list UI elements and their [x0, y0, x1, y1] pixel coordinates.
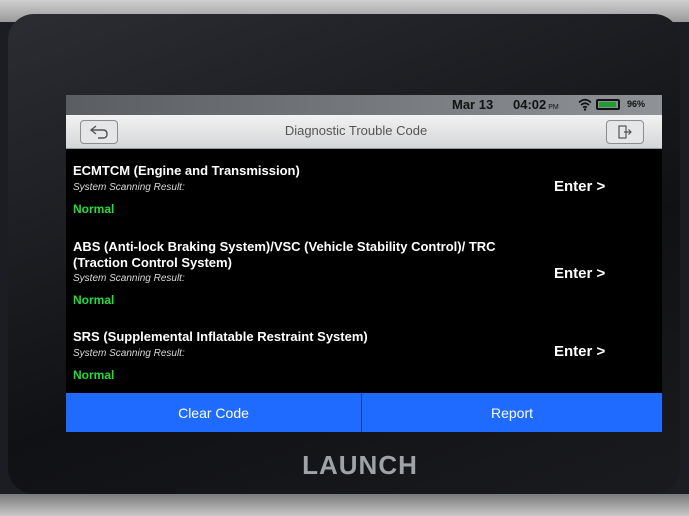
exit-button[interactable] — [606, 120, 644, 144]
title-bar: Diagnostic Trouble Code — [66, 115, 662, 149]
scan-result-label: System Scanning Result: — [73, 273, 185, 284]
back-button[interactable] — [80, 120, 118, 144]
scan-result-status: Normal — [73, 368, 115, 382]
battery-level — [599, 102, 616, 107]
device-bottom-edge — [0, 494, 689, 516]
status-date: Mar 13 — [452, 97, 494, 112]
enter-button[interactable]: Enter > — [554, 265, 605, 282]
scan-result-status: Normal — [73, 293, 115, 307]
scan-result-status: Normal — [73, 202, 115, 216]
brand-logo: LAUNCH — [302, 450, 418, 480]
system-name: SRS (Supplemental Inflatable Restraint S… — [73, 329, 368, 344]
enter-button[interactable]: Enter > — [554, 178, 605, 195]
scan-result-label: System Scanning Result: — [73, 348, 185, 359]
report-button[interactable]: Report — [362, 393, 662, 432]
back-arrow-icon — [89, 125, 108, 139]
exit-icon — [618, 125, 632, 139]
system-name: ABS (Anti-lock Braking System)/VSC (Vehi… — [73, 239, 496, 270]
action-bar: Clear Code Report — [66, 393, 662, 432]
battery-icon — [596, 99, 620, 110]
wifi-icon — [578, 98, 592, 111]
status-ampm: PM — [548, 104, 559, 111]
clear-code-button[interactable]: Clear Code — [66, 393, 362, 432]
page-title: Diagnostic Trouble Code — [284, 123, 428, 138]
scan-result-label: System Scanning Result: — [73, 182, 185, 193]
system-name: ECMTCM (Engine and Transmission) — [73, 163, 300, 178]
status-bar: Mar 13 04:02 PM 96% — [66, 95, 662, 115]
device-screen: Mar 13 04:02 PM 96% Diagnostic Trouble Co… — [66, 95, 662, 432]
battery-percent: 96% — [627, 99, 646, 109]
enter-button[interactable]: Enter > — [554, 343, 605, 360]
status-time: 04:02 PM — [513, 97, 559, 112]
